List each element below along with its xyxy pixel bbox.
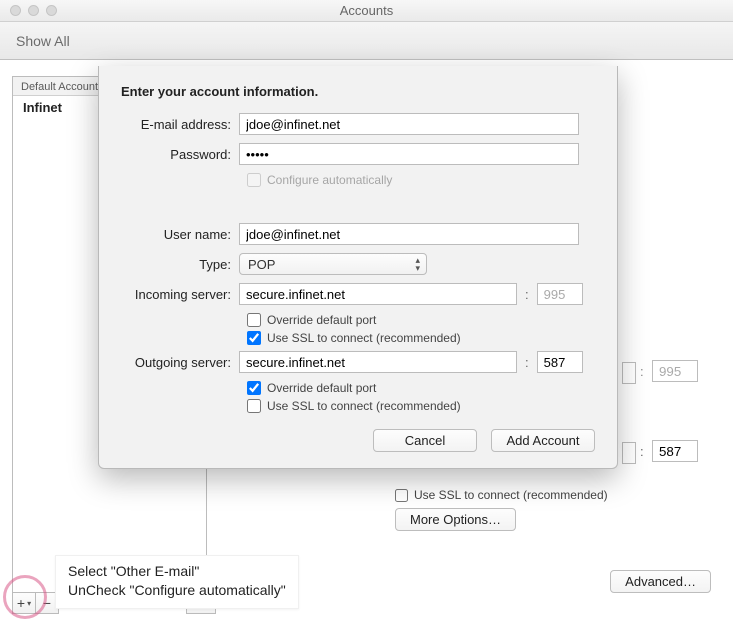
sidebar-footer-buttons: +▾ − (12, 592, 58, 614)
hint-callout: Select "Other E-mail" UnCheck "Configure… (55, 555, 299, 609)
bg-ssl-checkbox[interactable] (395, 489, 408, 502)
account-info-sheet: Enter your account information. E-mail a… (98, 66, 618, 469)
outgoing-label: Outgoing server: (121, 355, 239, 370)
bg-field-stub-4 (622, 362, 636, 384)
add-account-confirm-button[interactable]: Add Account (491, 429, 595, 452)
outgoing-ssl-checkbox[interactable] (247, 399, 261, 413)
chevron-down-icon: ▾ (27, 599, 31, 608)
configure-auto-checkbox (247, 173, 261, 187)
content-area: : : Use SSL to connect (recommended) Mor… (0, 60, 733, 619)
incoming-label: Incoming server: (121, 287, 239, 302)
type-label: Type: (121, 257, 239, 272)
username-label: User name: (121, 227, 239, 242)
incoming-override-checkbox[interactable] (247, 313, 261, 327)
titlebar: Accounts (0, 0, 733, 22)
bg-colon-2: : (640, 444, 644, 459)
select-arrows-icon: ▴▾ (415, 256, 420, 272)
window-title: Accounts (0, 3, 733, 18)
add-account-button[interactable]: +▾ (12, 592, 36, 614)
sheet-title: Enter your account information. (121, 84, 595, 99)
type-select-value: POP (248, 257, 275, 272)
outgoing-override-checkbox[interactable] (247, 381, 261, 395)
password-field[interactable] (239, 143, 579, 165)
email-field[interactable] (239, 113, 579, 135)
zoom-window-icon[interactable] (46, 5, 57, 16)
bg-ssl-row: Use SSL to connect (recommended) (395, 488, 608, 502)
outgoing-override-label: Override default port (267, 381, 376, 395)
incoming-ssl-label: Use SSL to connect (recommended) (267, 331, 461, 345)
window-controls (0, 5, 57, 16)
more-options-button[interactable]: More Options… (395, 508, 516, 531)
password-label: Password: (121, 147, 239, 162)
configure-auto-label: Configure automatically (267, 173, 392, 187)
email-label: E-mail address: (121, 117, 239, 132)
show-all-button[interactable]: Show All (10, 31, 76, 51)
bg-incoming-port[interactable] (652, 360, 698, 382)
hint-line-2: UnCheck "Configure automatically" (68, 581, 286, 600)
outgoing-colon: : (517, 355, 537, 370)
bg-ssl-label: Use SSL to connect (recommended) (414, 488, 608, 502)
outgoing-port-field[interactable] (537, 351, 583, 373)
cancel-button[interactable]: Cancel (373, 429, 477, 452)
bg-outgoing-port[interactable] (652, 440, 698, 462)
outgoing-server-field[interactable] (239, 351, 517, 373)
minus-icon: − (43, 595, 51, 611)
bg-colon-1: : (640, 364, 644, 379)
incoming-port-field[interactable] (537, 283, 583, 305)
minimize-window-icon[interactable] (28, 5, 39, 16)
plus-icon: + (17, 595, 25, 611)
username-field[interactable] (239, 223, 579, 245)
close-window-icon[interactable] (10, 5, 21, 16)
incoming-colon: : (517, 287, 537, 302)
incoming-ssl-checkbox[interactable] (247, 331, 261, 345)
type-select[interactable]: POP ▴▾ (239, 253, 427, 275)
outgoing-ssl-label: Use SSL to connect (recommended) (267, 399, 461, 413)
advanced-button[interactable]: Advanced… (610, 570, 711, 593)
toolbar: Show All (0, 22, 733, 60)
incoming-override-label: Override default port (267, 313, 376, 327)
bg-field-stub-5 (622, 442, 636, 464)
incoming-server-field[interactable] (239, 283, 517, 305)
hint-line-1: Select "Other E-mail" (68, 562, 286, 581)
